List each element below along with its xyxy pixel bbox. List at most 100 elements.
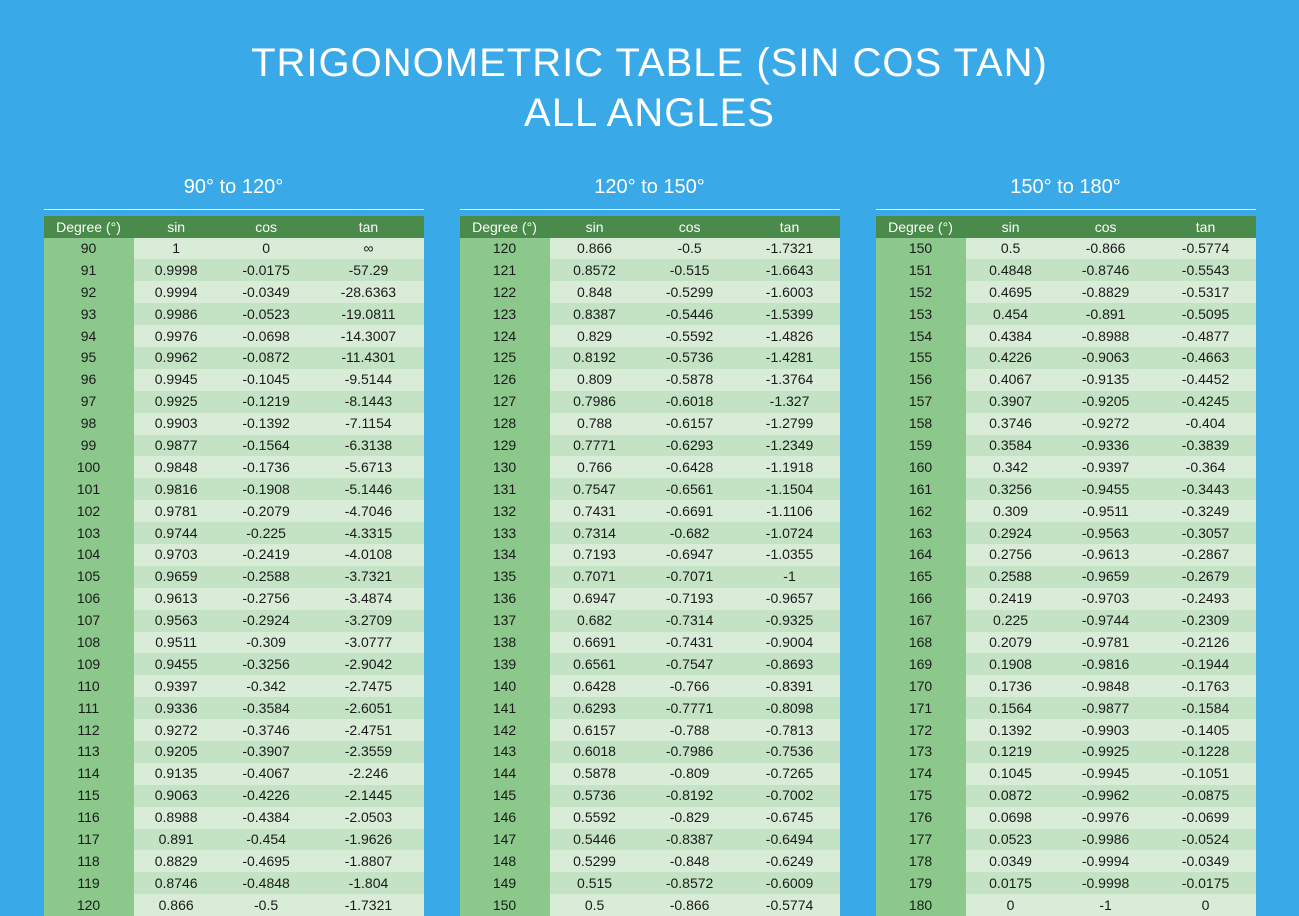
value-cell: 0.9336 [134, 697, 219, 719]
value-cell: -0.9903 [1056, 719, 1156, 741]
value-cell: -1.0724 [740, 522, 840, 544]
table-row: 1260.809-0.5878-1.3764 [460, 369, 840, 391]
value-cell: -0.1763 [1156, 675, 1256, 697]
value-cell: -0.6157 [640, 413, 740, 435]
value-cell: 0.2079 [966, 632, 1056, 654]
table-row: 970.9925-0.1219-8.1443 [44, 391, 424, 413]
value-cell: -0.8572 [640, 872, 740, 894]
table-row: 1330.7314-0.682-1.0724 [460, 522, 840, 544]
degree-cell: 145 [460, 785, 550, 807]
value-cell: 0.9397 [134, 675, 219, 697]
degree-cell: 125 [460, 347, 550, 369]
value-cell: 0.1045 [966, 763, 1056, 785]
table-row: 1360.6947-0.7193-0.9657 [460, 588, 840, 610]
value-cell: -0.891 [1056, 303, 1156, 325]
degree-cell: 110 [44, 675, 134, 697]
table-row: 1730.1219-0.9925-0.1228 [876, 741, 1256, 763]
value-cell: -0.3907 [219, 741, 314, 763]
value-cell: -0.1584 [1156, 697, 1256, 719]
value-cell: -0.0349 [219, 281, 314, 303]
value-cell: 0.9455 [134, 653, 219, 675]
value-cell: -19.0811 [313, 303, 423, 325]
degree-cell: 102 [44, 500, 134, 522]
table-row: 1180.8829-0.4695-1.8807 [44, 850, 424, 872]
table-row: 1150.9063-0.4226-2.1445 [44, 785, 424, 807]
value-cell: 0.9994 [134, 281, 219, 303]
value-cell: -0.6561 [640, 478, 740, 500]
value-cell: -0.9925 [1056, 741, 1156, 763]
degree-cell: 150 [876, 238, 966, 260]
value-cell: -0.9945 [1056, 763, 1156, 785]
table-row: 1550.4226-0.9063-0.4663 [876, 347, 1256, 369]
value-cell: 0 [966, 894, 1056, 916]
column-header: sin [134, 216, 219, 238]
value-cell: 0.9511 [134, 632, 219, 654]
value-cell: -0.9994 [1056, 850, 1156, 872]
value-cell: -0.0524 [1156, 829, 1256, 851]
table-row: 1650.2588-0.9659-0.2679 [876, 566, 1256, 588]
degree-cell: 127 [460, 391, 550, 413]
value-cell: -0.6428 [640, 456, 740, 478]
value-cell: -0.4663 [1156, 347, 1256, 369]
degree-cell: 163 [876, 522, 966, 544]
table-row: 930.9986-0.0523-19.0811 [44, 303, 424, 325]
table-row: 1010.9816-0.1908-5.1446 [44, 478, 424, 500]
degree-cell: 136 [460, 588, 550, 610]
degree-cell: 142 [460, 719, 550, 741]
value-cell: -0.9998 [1056, 872, 1156, 894]
value-cell: 0.9613 [134, 588, 219, 610]
degree-cell: 104 [44, 544, 134, 566]
degree-cell: 166 [876, 588, 966, 610]
value-cell: 0.7071 [550, 566, 640, 588]
value-cell: 0.9063 [134, 785, 219, 807]
degree-cell: 155 [876, 347, 966, 369]
range-label: 120° to 150° [460, 168, 840, 209]
trig-table: Degree (°)sincostan1200.866-0.5-1.732112… [460, 209, 840, 916]
value-cell: 0.5 [966, 238, 1056, 260]
table-row: 1720.1392-0.9903-0.1405 [876, 719, 1256, 741]
table-row: 1290.7771-0.6293-1.2349 [460, 435, 840, 457]
value-cell: 0.9659 [134, 566, 219, 588]
degree-cell: 131 [460, 478, 550, 500]
value-cell: 0.3746 [966, 413, 1056, 435]
value-cell: -3.4874 [313, 588, 423, 610]
value-cell: -57.29 [313, 259, 423, 281]
degree-cell: 109 [44, 653, 134, 675]
table-row: 1780.0349-0.9994-0.0349 [876, 850, 1256, 872]
degree-cell: 174 [876, 763, 966, 785]
value-cell: 0.809 [550, 369, 640, 391]
value-cell: -0.2493 [1156, 588, 1256, 610]
value-cell: -2.7475 [313, 675, 423, 697]
value-cell: 0.6428 [550, 675, 640, 697]
value-cell: 0.6691 [550, 632, 640, 654]
column-header: tan [313, 216, 423, 238]
value-cell: -0.1564 [219, 435, 314, 457]
value-cell: 0.9976 [134, 325, 219, 347]
degree-cell: 139 [460, 653, 550, 675]
value-cell: 0.7771 [550, 435, 640, 457]
degree-cell: 171 [876, 697, 966, 719]
value-cell: -0.6249 [740, 850, 840, 872]
table-row: 1540.4384-0.8988-0.4877 [876, 325, 1256, 347]
value-cell: -0.6293 [640, 435, 740, 457]
value-cell: 0.9744 [134, 522, 219, 544]
value-cell: -0.5592 [640, 325, 740, 347]
value-cell: -8.1443 [313, 391, 423, 413]
value-cell: -0.404 [1156, 413, 1256, 435]
degree-cell: 132 [460, 500, 550, 522]
value-cell: -28.6363 [313, 281, 423, 303]
value-cell: -2.0503 [313, 807, 423, 829]
column-header: sin [550, 216, 640, 238]
value-cell: 1 [134, 238, 219, 260]
table-row: 1030.9744-0.225-4.3315 [44, 522, 424, 544]
table-row: 1680.2079-0.9781-0.2126 [876, 632, 1256, 654]
value-cell: -0.5317 [1156, 281, 1256, 303]
table-row: 1500.5-0.866-0.5774 [460, 894, 840, 916]
value-cell: -0.6745 [740, 807, 840, 829]
value-cell: -0.7536 [740, 741, 840, 763]
degree-cell: 112 [44, 719, 134, 741]
degree-cell: 135 [460, 566, 550, 588]
value-cell: -0.9563 [1056, 522, 1156, 544]
value-cell: -0.3443 [1156, 478, 1256, 500]
degree-cell: 108 [44, 632, 134, 654]
